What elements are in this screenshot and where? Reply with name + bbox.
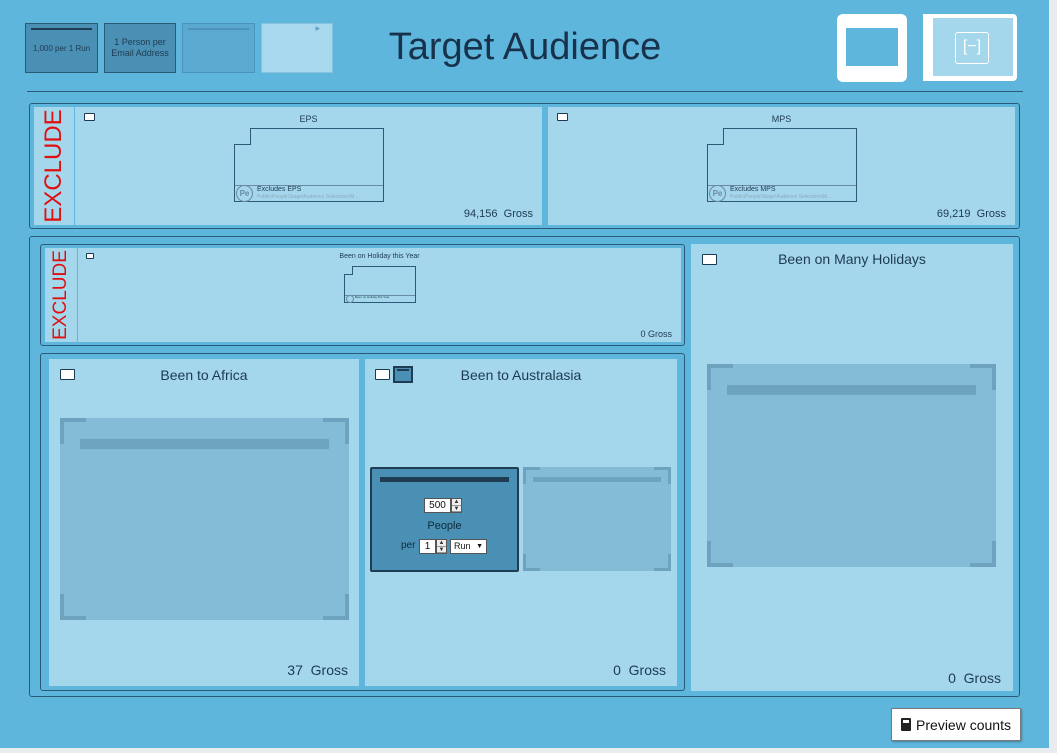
dedupe-per-email-button[interactable]: 1 Person per Email Address xyxy=(104,23,176,73)
cap-button-label: 1,000 per 1 Run xyxy=(32,43,91,53)
australasia-drop-zone[interactable] xyxy=(523,467,671,571)
eps-doc-path: Public\People\Stage\Audience Selections\… xyxy=(257,194,359,200)
africa-card[interactable]: Been to Africa 37 Gross xyxy=(49,359,359,686)
eps-card[interactable]: EPS Pe Excludes EPS Public\People\Stage\… xyxy=(75,107,542,225)
view-box-button[interactable] xyxy=(837,14,907,82)
per-stepper[interactable]: ▲ ▼ xyxy=(436,539,447,554)
many-holidays-card-title: Been on Many Holidays xyxy=(778,251,926,267)
holiday-gross-value: 0 xyxy=(640,329,646,339)
chevron-down-icon: ▼ xyxy=(476,543,483,550)
africa-gross-value: 37 xyxy=(287,662,303,678)
limit-value-input[interactable]: 500 xyxy=(424,498,451,513)
australasia-gross-count: 0 Gross xyxy=(613,662,666,678)
africa-drop-zone[interactable] xyxy=(60,418,349,620)
calculator-icon xyxy=(901,718,912,731)
mps-doc-title: Excludes MPS xyxy=(730,186,776,193)
people-limit-box[interactable]: 500 ▲ ▼ People per 1 ▲ ▼ Run ▼ xyxy=(370,467,519,572)
bracket-icon: [−] xyxy=(955,32,989,64)
per-value-input[interactable]: 1 xyxy=(419,539,436,554)
mps-gross-value: 69,219 xyxy=(936,208,971,220)
mps-gross-unit: Gross xyxy=(976,208,1006,220)
arrow-icon: ▸ xyxy=(315,23,320,33)
many-holidays-gross-count: 0 Gross xyxy=(948,670,1001,686)
many-holidays-card[interactable]: Been on Many Holidays 0 Gross xyxy=(691,244,1013,691)
people-avatar-icon: Pe xyxy=(709,185,726,202)
exclude-strip: EXCLUDE xyxy=(45,248,77,342)
view-bracket-button[interactable]: [−] xyxy=(923,14,1017,81)
main-audience-group: EXCLUDE Been on Holiday this Year Been o… xyxy=(29,236,1020,697)
australasia-card-title: Been to Australasia xyxy=(460,367,582,383)
per-unit-value: Run xyxy=(454,541,471,551)
destination-group: Been to Africa 37 Gross Been to Australa… xyxy=(40,353,685,691)
africa-card-title: Been to Africa xyxy=(160,367,248,383)
exclude-strip: EXCLUDE xyxy=(34,107,74,225)
per-label: per xyxy=(401,540,416,551)
people-label: People xyxy=(427,520,462,532)
many-holidays-gross-value: 0 xyxy=(948,670,956,686)
people-avatar-icon: Pe xyxy=(236,185,253,202)
eps-doc-title: Excludes EPS xyxy=(257,186,302,193)
preview-counts-button[interactable]: Preview counts xyxy=(891,708,1021,741)
australasia-card[interactable]: Been to Australasia 500 ▲ ▼ People per 1 … xyxy=(365,359,677,686)
holiday-doc-title: Been on Holiday this Year xyxy=(355,295,390,299)
people-avatar-icon xyxy=(346,295,354,303)
limit-tool-button[interactable] xyxy=(182,23,255,73)
holiday-gross-unit: Gross xyxy=(647,329,672,339)
exclude-group-top: EXCLUDE EPS Pe Excludes EPS Public\Peopl… xyxy=(29,103,1020,229)
header-divider xyxy=(27,91,1023,92)
holiday-card-title: Been on Holiday this Year xyxy=(339,253,420,260)
holiday-selection-doc[interactable]: Been on Holiday this Year xyxy=(344,266,416,303)
cap-1000-per-run-button[interactable]: 1,000 per 1 Run xyxy=(25,23,98,73)
preview-counts-label: Preview counts xyxy=(916,716,1011,733)
mps-doc-path: Public\People\Stage\Audience Selections\… xyxy=(730,194,832,200)
australasia-gross-value: 0 xyxy=(613,662,621,678)
exclude-label: EXCLUDE xyxy=(50,250,71,340)
mps-selection-doc[interactable]: Pe Excludes MPS Public\People\Stage\Audi… xyxy=(707,128,857,202)
view-toggle-group: [−] xyxy=(837,14,1017,82)
africa-gross-count: 37 Gross xyxy=(287,662,348,678)
holiday-this-year-card[interactable]: Been on Holiday this Year Been on Holida… xyxy=(78,248,681,342)
eps-selection-doc[interactable]: Pe Excludes EPS Public\People\Stage\Audi… xyxy=(234,128,384,202)
eps-gross-value: 94,156 xyxy=(463,208,498,220)
exclude-group-holiday: EXCLUDE Been on Holiday this Year Been o… xyxy=(40,244,685,346)
page-title: Target Audience xyxy=(388,26,662,68)
exclude-label: EXCLUDE xyxy=(40,109,67,223)
split-tool-button[interactable]: ▸ xyxy=(261,23,333,73)
eps-gross-count: 94,156 Gross xyxy=(464,208,533,220)
mps-gross-count: 69,219 Gross xyxy=(937,208,1006,220)
box-icon xyxy=(846,28,898,66)
limit-stepper[interactable]: ▲ ▼ xyxy=(451,498,462,513)
many-holidays-drop-zone[interactable] xyxy=(707,364,996,567)
dedupe-button-label: 1 Person per Email Address xyxy=(111,37,169,58)
many-holidays-gross-unit: Gross xyxy=(963,670,1001,686)
mps-card[interactable]: MPS Pe Excludes MPS Public\People\Stage\… xyxy=(548,107,1015,225)
australasia-gross-unit: Gross xyxy=(628,662,666,678)
eps-gross-unit: Gross xyxy=(503,208,533,220)
eps-card-title: EPS xyxy=(299,114,318,124)
africa-gross-unit: Gross xyxy=(310,662,348,678)
per-unit-select[interactable]: Run ▼ xyxy=(450,539,487,554)
target-audience-panel: 1,000 per 1 Run 1 Person per Email Addre… xyxy=(0,0,1049,748)
holiday-gross-count: 0 Gross xyxy=(640,329,672,339)
mps-card-title: MPS xyxy=(771,114,792,124)
